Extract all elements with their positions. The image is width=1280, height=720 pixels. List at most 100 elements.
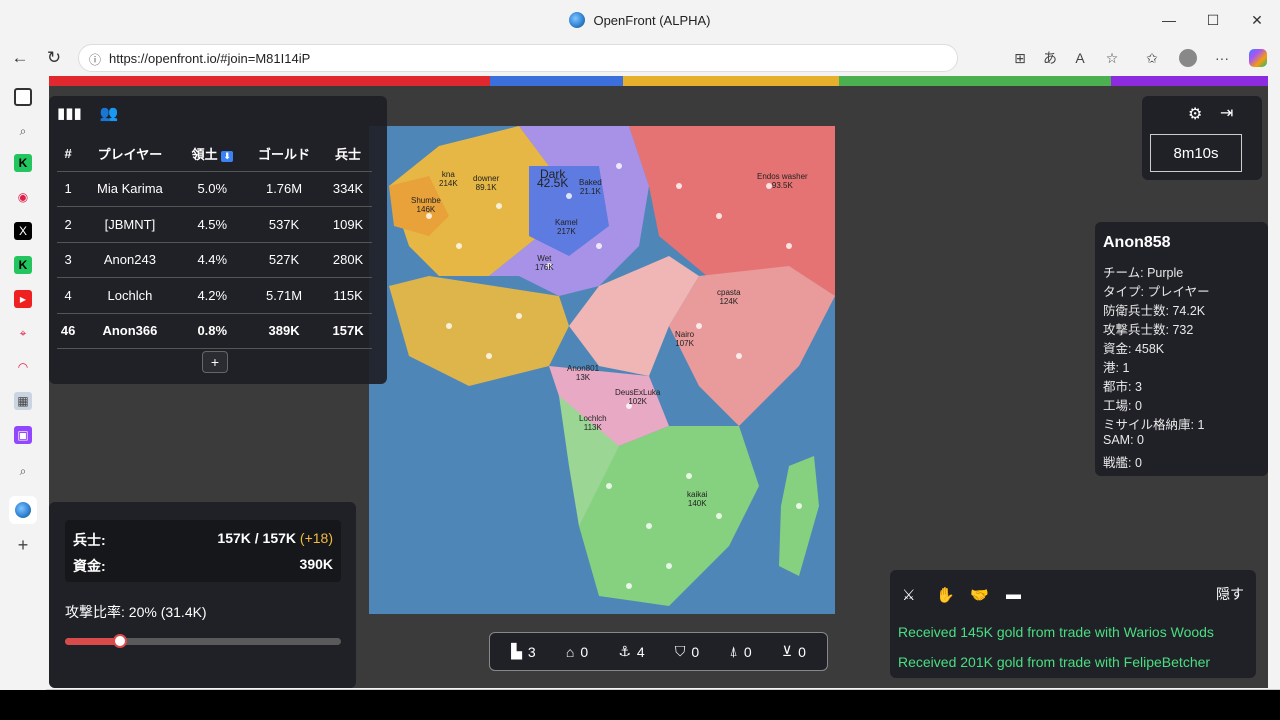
alliance-handshake-icon[interactable]: 🤝 xyxy=(970,586,989,604)
sam-launcher-icon: ⊻ xyxy=(781,643,793,659)
troops-gain: (+18) xyxy=(299,530,333,546)
title-bar: OpenFront (ALPHA) xyxy=(0,0,1280,40)
building-count-bar: ▙ 3 ⌂ 0 ⚓ 4 ⛉ 0 ⍋ 0 ⊻ 0 xyxy=(489,632,828,671)
map-label-baked: Baked 21.1K xyxy=(579,178,602,196)
map-pin-icon[interactable]: ⌖ xyxy=(14,324,32,342)
exit-game-icon[interactable]: ⇥ xyxy=(1220,103,1233,123)
factory-icon: ⌂ xyxy=(565,643,575,660)
map-label-lochlch: Lochlch 113K xyxy=(579,414,607,432)
col-player[interactable]: プレイヤー xyxy=(79,136,181,172)
team-bar-blue xyxy=(490,76,623,86)
back-button[interactable]: ← xyxy=(6,44,34,72)
player-info-panel: Anon858 チーム: Purple タイプ: プレイヤー 防衛兵士数: 74… xyxy=(1095,222,1268,476)
url-text: https://openfront.io/#join=M81I14iP xyxy=(109,50,311,66)
youtube-icon[interactable]: ▶ xyxy=(14,290,32,308)
kick-app-icon-2[interactable]: K xyxy=(14,256,32,274)
browser-window: OpenFront (ALPHA) — ☐ ✕ ← ↻ ⓘ https://op… xyxy=(0,0,1280,690)
attack-ratio-label: 攻撃比率: 20% (31.4K) xyxy=(65,604,207,620)
team-bar-yellow xyxy=(623,76,839,86)
city-icon: ▙ xyxy=(511,643,522,659)
col-troops[interactable]: 兵士 xyxy=(324,136,372,172)
game-map[interactable]: Dark 42.5K Baked 21.1K Kamel 217K Wet 176K E… xyxy=(369,126,835,614)
table-row[interactable]: 2 [JBMNT] 4.5% 537K 109K xyxy=(57,206,372,243)
info-factories: 工場: 0 xyxy=(1103,399,1142,413)
sort-down-icon[interactable]: ⬇ xyxy=(221,150,233,162)
col-gold[interactable]: ゴールド xyxy=(243,136,325,172)
speed-gauge-icon[interactable]: ◠ xyxy=(14,358,32,376)
close-window-button[interactable]: ✕ xyxy=(1234,0,1280,40)
col-territory[interactable]: 領土 ⬇ xyxy=(180,136,244,172)
map-label-kamel: Kamel 217K xyxy=(555,218,578,236)
attack-ratio-handle[interactable] xyxy=(113,634,128,648)
team-bar-purple xyxy=(1111,76,1268,86)
reload-button[interactable]: ↻ xyxy=(40,44,68,72)
defense-count[interactable]: ⛉ 0 xyxy=(675,643,699,660)
map-label-dark: Dark 42.5K xyxy=(537,167,569,190)
copilot-icon[interactable] xyxy=(1246,46,1270,70)
map-label-kaikai: kaikai 140K xyxy=(687,490,708,508)
app-install-icon[interactable]: ⊞ xyxy=(1008,46,1032,70)
leaderboard-panel: ▮▮▮ 👥 # プレイヤー 領土 ⬇ ゴールド 兵士 1 Mia Karima 5.… xyxy=(49,96,387,384)
settings-gear-icon[interactable]: ⚙ xyxy=(1188,104,1202,124)
table-row-self[interactable]: 46 Anon366 0.8% 389K 157K xyxy=(57,313,372,349)
gold-value: 390K xyxy=(299,556,333,572)
missile-silo-icon: ⍋ xyxy=(729,643,738,659)
address-bar[interactable]: ⓘ https://openfront.io/#join=M81I14iP xyxy=(78,44,958,72)
maximize-button[interactable]: ☐ xyxy=(1190,0,1236,40)
player-name: Anon858 xyxy=(1103,234,1171,251)
city-count[interactable]: ▙ 3 xyxy=(511,643,536,660)
factory-count[interactable]: ⌂ 0 xyxy=(566,644,588,660)
player-stats-panel: 兵士: 157K / 157K (+18) 資金: 390K 攻撃比率: 20%… xyxy=(49,502,356,688)
map-label-anon801: Anon801 13K xyxy=(567,364,600,382)
sidebar-toggle-icon[interactable] xyxy=(14,88,32,106)
hide-events-button[interactable]: 隠す xyxy=(1216,584,1244,604)
info-sam: SAM: 0 xyxy=(1103,433,1144,447)
twitch-icon[interactable]: ▣ xyxy=(14,426,32,444)
more-menu-icon[interactable]: ··· xyxy=(1210,46,1234,70)
favorite-star-icon[interactable]: ☆ xyxy=(1100,46,1124,70)
attack-ratio-slider[interactable] xyxy=(65,634,341,648)
x-twitter-icon[interactable]: X xyxy=(14,222,32,240)
chat-message-icon[interactable]: ▬ xyxy=(1006,586,1021,603)
top-right-panel: ⚙ ⇥ 8m10s xyxy=(1142,96,1262,180)
troops-value-group: 157K / 157K (+18) xyxy=(217,530,333,550)
defense-shield-icon: ⛉ xyxy=(674,643,686,659)
translate-icon[interactable]: あ xyxy=(1038,46,1062,70)
table-row[interactable]: 3 Anon243 4.4% 527K 280K xyxy=(57,242,372,278)
search-icon[interactable]: ⌕ xyxy=(14,122,32,140)
openfront-tab-icon[interactable] xyxy=(9,496,37,524)
leaderboard-header-row: # プレイヤー 領土 ⬇ ゴールド 兵士 xyxy=(57,136,372,172)
event-message: Received 201K gold from trade with Felip… xyxy=(898,654,1211,670)
map-label-deusexluka: DeusExLuka 102K xyxy=(615,388,661,406)
read-aloud-icon[interactable]: A xyxy=(1068,46,1092,70)
site-favicon-icon xyxy=(569,12,586,28)
kick-app-icon[interactable]: K xyxy=(14,154,32,172)
site-info-icon[interactable]: ⓘ xyxy=(89,51,101,68)
table-row[interactable]: 4 Lochlch 4.2% 5.71M 115K xyxy=(57,277,372,314)
missile-silo-count[interactable]: ⍋ 0 xyxy=(729,643,751,660)
attack-ratio-fill xyxy=(65,638,121,645)
port-anchor-icon: ⚓ xyxy=(618,643,631,659)
sword-attack-icon[interactable]: ⚔ xyxy=(902,586,915,604)
map-label-endos: Endos washer 93.5K xyxy=(757,172,808,190)
info-warships: 戦艦: 0 xyxy=(1103,456,1142,470)
leaderboard-table: # プレイヤー 領土 ⬇ ゴールド 兵士 1 Mia Karima 5.0% 1.76… xyxy=(57,136,372,349)
map-label-wet: Wet 176K xyxy=(535,254,554,272)
search-icon-2[interactable]: ⌕ xyxy=(14,462,32,480)
port-count[interactable]: ⚓ 4 xyxy=(618,643,644,660)
game-timer: 8m10s xyxy=(1150,134,1242,172)
gold-trade-icon[interactable]: ✋ xyxy=(936,586,955,604)
add-app-icon[interactable]: + xyxy=(14,535,32,555)
events-panel: ⚔ ✋ 🤝 ▬ 隠す Received 145K gold from trade… xyxy=(890,570,1256,678)
bar-chart-icon[interactable]: ▮▮▮ xyxy=(57,104,82,122)
expand-leaderboard-button[interactable]: + xyxy=(202,351,228,373)
window-title: OpenFront (ALPHA) xyxy=(593,12,711,28)
image-icon[interactable]: ▦ xyxy=(14,392,32,410)
favorites-icon[interactable]: ✩ xyxy=(1140,46,1164,70)
profile-avatar[interactable] xyxy=(1176,46,1200,70)
minimize-button[interactable]: — xyxy=(1146,0,1192,40)
team-users-icon[interactable]: 👥 xyxy=(100,104,119,122)
sam-count[interactable]: ⊻ 0 xyxy=(782,643,806,660)
app-icon[interactable]: ◉ xyxy=(14,188,32,206)
table-row[interactable]: 1 Mia Karima 5.0% 1.76M 334K xyxy=(57,171,372,207)
